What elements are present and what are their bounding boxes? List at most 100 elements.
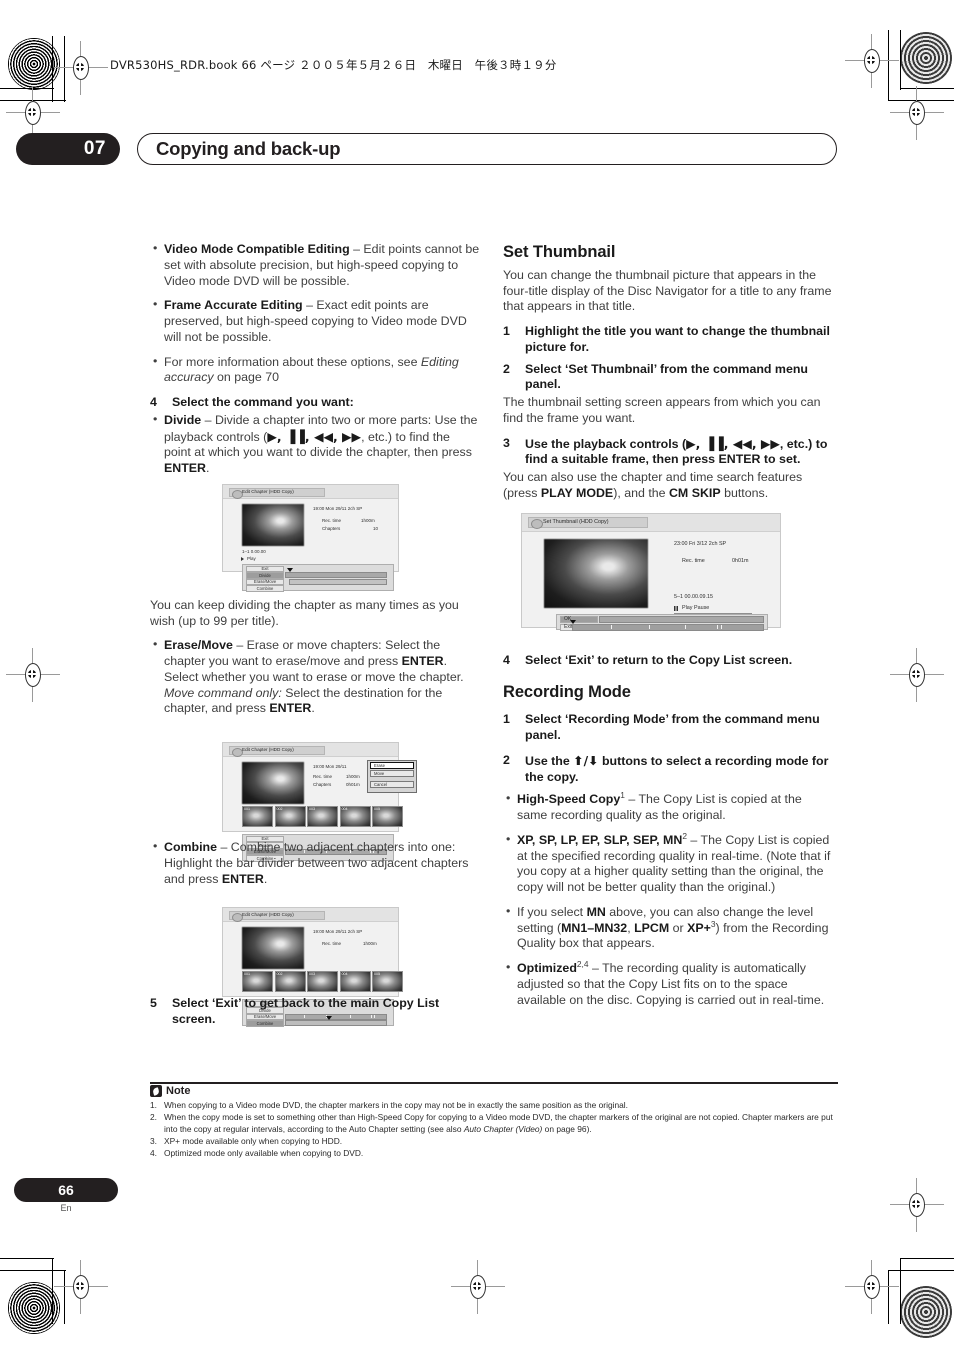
note-heading: Note <box>150 1085 190 1097</box>
osd-scrub-bar-bottom[interactable] <box>572 623 764 631</box>
crop-mark-bottom-right-v2 <box>888 1270 890 1324</box>
registration-mark-top-left <box>54 41 108 95</box>
osd-preview-image <box>544 539 648 608</box>
osd-chapter-thumb[interactable]: 001 <box>242 806 273 827</box>
bullet-frame-accurate-editing: Frame Accurate Editing – Exact edit poin… <box>150 297 480 345</box>
osd-thumb-number: 005 <box>374 972 380 976</box>
rm-step-1: 1 Select ‘Recording Mode’ from the comma… <box>503 712 833 744</box>
osd-chapter-thumb[interactable]: 004 <box>339 806 371 827</box>
enter-key-label-4: ENTER <box>221 871 264 886</box>
osd-meta-line1: 23:00 Fri 3/12 2ch SP <box>674 541 727 547</box>
screenshot-edit-chapter-divide: Edit Chapter (HDD Copy) 19:00 Mon 29/11 … <box>222 484 399 592</box>
note-number: 2. <box>150 1111 157 1122</box>
osd-scrub-bar-top[interactable] <box>599 615 764 623</box>
osd-menu-ok[interactable]: OK <box>560 615 598 623</box>
enter-key-label-2: ENTER <box>401 654 444 668</box>
osd-title-text: Set Thumbnail (HDD Copy) <box>543 519 609 526</box>
screenshot-edit-chapter-combine: Edit Chapter (HDD Copy) 19:00 Mon 29/11 … <box>222 907 403 1027</box>
term-optimized: Optimized <box>517 961 577 976</box>
cm-skip-button-label: CM SKIP <box>668 485 721 500</box>
osd-preview-image <box>242 762 304 804</box>
osd-chapters-label: Chapters <box>313 782 332 787</box>
print-target-bottom-right <box>900 1286 952 1338</box>
mn-bold-2: MN1–MN32 <box>561 920 628 935</box>
osd-playhead-cursor[interactable] <box>570 619 576 624</box>
registration-mark-left-upper <box>6 86 60 140</box>
up-down-arrow-icons: ⬆/⬇ <box>573 752 599 768</box>
osd-chapter-divider <box>649 625 650 629</box>
combine-text-b: . <box>263 871 268 886</box>
st-step-3-text-a: Use the playback controls ( <box>525 436 687 451</box>
term-combine: Combine <box>164 840 218 854</box>
playback-controls-icons-2: ▶, ▐▐, ◀◀, ▶▶ <box>686 435 780 451</box>
osd-title-chip: Edit Chapter (HDD Copy) <box>229 487 325 499</box>
note-text: When copying to a Video mode DVD, the ch… <box>164 1100 628 1110</box>
osd-chapter-thumb[interactable]: 002 <box>274 806 306 827</box>
osd-chapter-divider <box>685 625 686 629</box>
note-text: XP+ mode available only when copying to … <box>164 1135 343 1146</box>
osd-rec-time-label: Rec. time <box>322 941 342 946</box>
bullet-recording-modes: XP, SP, LP, EP, SLP, SEP, MN2 – The Copy… <box>503 832 833 896</box>
playback-controls-icons: ▶, ▐▐, ◀◀, ▶▶ <box>267 428 362 444</box>
bullet-combine: Combine – Combine two adjacent chapters … <box>150 839 480 887</box>
dash: – <box>349 242 364 256</box>
osd-rec-time-value: 1h00m <box>361 518 375 523</box>
osd-chapter-divider <box>611 625 612 629</box>
bullet-more-information: For more information about these options… <box>150 354 480 387</box>
osd-menu-combine[interactable]: Combine <box>246 585 284 592</box>
crop-mark-bottom-right-h <box>900 1258 954 1260</box>
screenshot-set-thumbnail: Set Thumbnail (HDD Copy) 23:00 Fri 3/12 … <box>521 513 781 631</box>
rm-step-1-text: Select ‘Recording Mode’ from the command… <box>525 712 820 743</box>
osd-chapter-bar-top[interactable] <box>285 572 387 578</box>
crop-mark-bottom-right-h2 <box>888 1270 954 1272</box>
note-number: 1. <box>150 1100 157 1110</box>
osd-thumb-number: 002 <box>276 807 283 811</box>
osd-play-state: Play Pause <box>682 605 710 611</box>
term-recording-modes: XP, SP, LP, EP, SLP, SEP, MN <box>517 832 683 847</box>
page-title: Copying and back-up <box>137 133 837 165</box>
bullet-divide: Divide – Divide a chapter into two or mo… <box>150 412 480 477</box>
manual-page: DVR530HS_RDR.book 66 ページ ２００５年５月２６日 木曜日 … <box>0 0 954 1351</box>
osd-popup-erase[interactable]: Erase <box>370 762 414 769</box>
osd-meta-line1: 19:00 Mon 29/11 2ch SP <box>313 506 363 511</box>
move-command-only-italic: Move command only: <box>164 685 282 700</box>
osd-playhead-cursor[interactable] <box>287 568 293 572</box>
crop-mark-bottom-left-v <box>52 1258 54 1324</box>
mn-text-a: If you select <box>517 904 587 919</box>
term-divide: Divide <box>164 412 202 427</box>
rm-step-1-number: 1 <box>503 712 510 727</box>
osd-chapter-thumb[interactable]: 005 <box>372 806 403 827</box>
osd-chapter-thumb[interactable]: 002 <box>274 971 306 992</box>
term-high-speed-copy: High-Speed Copy <box>517 792 621 807</box>
registration-mark-bottom-right <box>845 1260 899 1314</box>
osd-chapter-thumb[interactable]: 005 <box>372 971 403 992</box>
term-video-mode-compatible-editing: Video Mode Compatible Editing <box>164 242 350 256</box>
bullet-erase-move: Erase/Move – Erase or move chapters: Sel… <box>150 637 480 717</box>
osd-chapter-thumb[interactable]: 003 <box>307 806 338 827</box>
page-language-label: En <box>60 1203 72 1213</box>
enter-key-label: ENTER <box>164 461 206 475</box>
note-icon <box>150 1085 162 1097</box>
st-step-4: 4 Select ‘Exit’ to return to the Copy Li… <box>503 653 833 669</box>
osd-chapter-thumb[interactable]: 003 <box>307 971 338 992</box>
play-mode-button-label: PLAY MODE <box>540 485 614 500</box>
crop-mark-bottom-right-v <box>900 1258 902 1324</box>
print-file-meta: DVR530HS_RDR.book 66 ページ ２００５年５月２６日 木曜日 … <box>110 58 557 72</box>
heading-set-thumbnail: Set Thumbnail <box>503 243 616 261</box>
osd-thumb-number: 001 <box>244 972 250 976</box>
osd-popup-cancel[interactable]: Cancel <box>370 781 414 788</box>
osd-chapter-thumb[interactable]: 004 <box>339 971 371 992</box>
crop-mark-top-right-h <box>900 88 954 90</box>
note-text-cont: on page 96). <box>542 1123 592 1134</box>
osd-popup-move[interactable]: Move <box>370 770 414 777</box>
st-step-4-number: 4 <box>503 652 510 667</box>
disc-icon <box>232 747 243 757</box>
osd-chapter-bar-bottom[interactable] <box>289 579 387 585</box>
registration-mark-right-lower <box>890 1178 944 1232</box>
osd-meta-line1: 19:00 Mon 29/11 2ch SP <box>313 929 363 934</box>
more-info-pre: For more information about these options… <box>164 354 421 369</box>
note-item: 2. When the copy mode is set to somethin… <box>150 1112 840 1136</box>
st-step-2: 2 Select ‘Set Thumbnail’ from the comman… <box>503 362 833 394</box>
osd-chapter-thumb[interactable]: 001 <box>242 971 273 992</box>
more-info-post: on page 70 <box>213 370 280 385</box>
